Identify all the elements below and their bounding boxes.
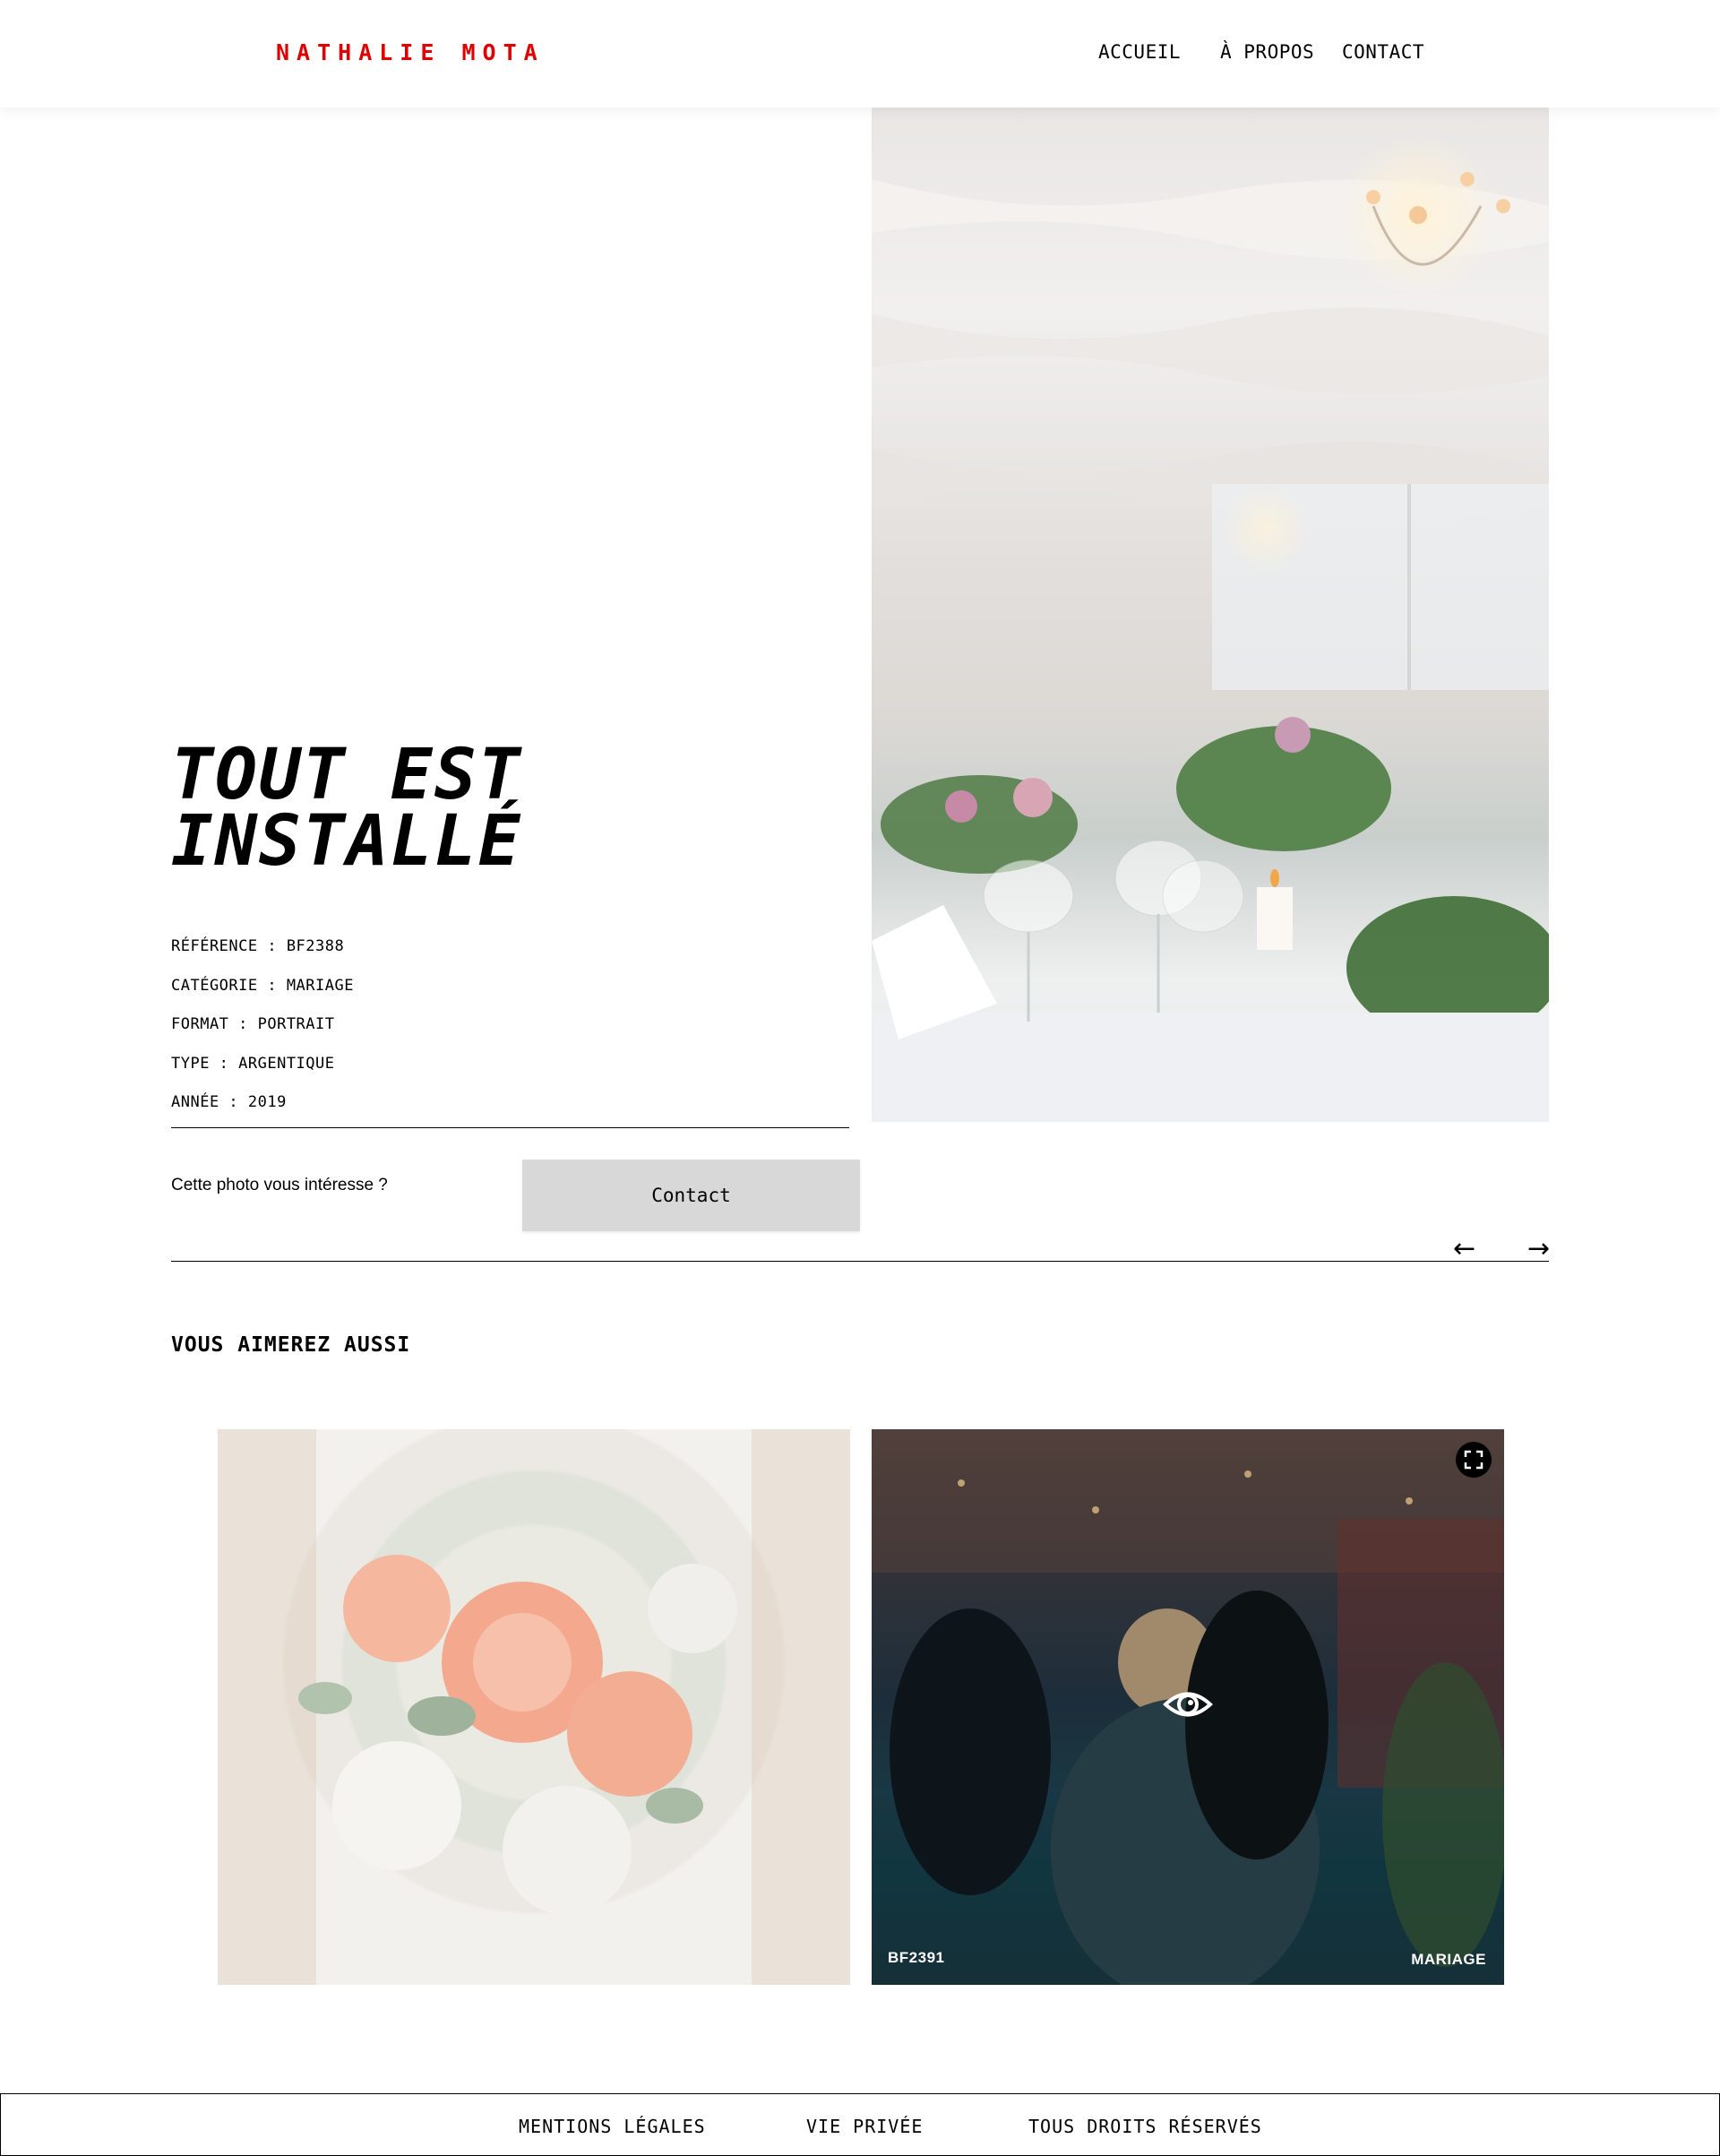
wedding-table-photo bbox=[872, 134, 1549, 1122]
hero-photo bbox=[872, 108, 1549, 1122]
footer-copyright: TOUS DROITS RÉSERVÉS bbox=[1028, 2116, 1262, 2137]
nav-contact[interactable]: CONTACT bbox=[1342, 41, 1424, 63]
meta-year: ANNÉE : 2019 bbox=[171, 1093, 287, 1111]
bridal-bouquet-photo bbox=[218, 1429, 850, 1985]
meta-type: TYPE : ARGENTIQUE bbox=[171, 1055, 335, 1073]
related-photo-card-2[interactable]: BF2391 MARIAGE bbox=[872, 1429, 1504, 1985]
photo-title-line-1: TOUT EST bbox=[171, 735, 522, 815]
contact-button[interactable]: Contact bbox=[522, 1160, 860, 1231]
card-category: MARIAGE bbox=[1411, 1951, 1486, 1968]
fullscreen-icon[interactable] bbox=[1456, 1442, 1492, 1478]
nav-accueil[interactable]: ACCUEIL bbox=[1098, 41, 1181, 63]
card-reference: BF2391 bbox=[888, 1949, 945, 1966]
site-footer: MENTIONS LÉGALES VIE PRIVÉE TOUS DROITS … bbox=[0, 2093, 1720, 2156]
meta-reference: RÉFÉRENCE : BF2388 bbox=[171, 937, 345, 955]
related-photo-card-1[interactable] bbox=[218, 1429, 850, 1985]
nav-a-propos[interactable]: À PROPOS bbox=[1220, 41, 1314, 63]
footer-link-mentions-legales[interactable]: MENTIONS LÉGALES bbox=[519, 2116, 706, 2137]
site-header: NATHALIE MOTA ACCUEIL À PROPOS CONTACT bbox=[0, 0, 1720, 108]
meta-divider bbox=[171, 1127, 849, 1128]
interest-text: Cette photo vous intéresse ? bbox=[171, 1176, 388, 1194]
footer-link-vie-privee[interactable]: VIE PRIVÉE bbox=[806, 2116, 923, 2137]
meta-format: FORMAT : PORTRAIT bbox=[171, 1015, 335, 1033]
related-section-title: VOUS AIMEREZ AUSSI bbox=[171, 1333, 411, 1357]
photo-title: TOUT EST INSTALLÉ bbox=[171, 735, 798, 882]
next-photo-arrow-icon[interactable]: → bbox=[1527, 1233, 1550, 1264]
meta-category: CATÉGORIE : MARIAGE bbox=[171, 977, 354, 995]
navigation-divider bbox=[171, 1261, 1549, 1262]
site-logo[interactable]: NATHALIE MOTA bbox=[276, 39, 545, 65]
photo-title-line-2: INSTALLÉ bbox=[171, 801, 522, 882]
previous-photo-arrow-icon[interactable]: ← bbox=[1453, 1233, 1475, 1264]
eye-icon[interactable] bbox=[1162, 1678, 1214, 1730]
